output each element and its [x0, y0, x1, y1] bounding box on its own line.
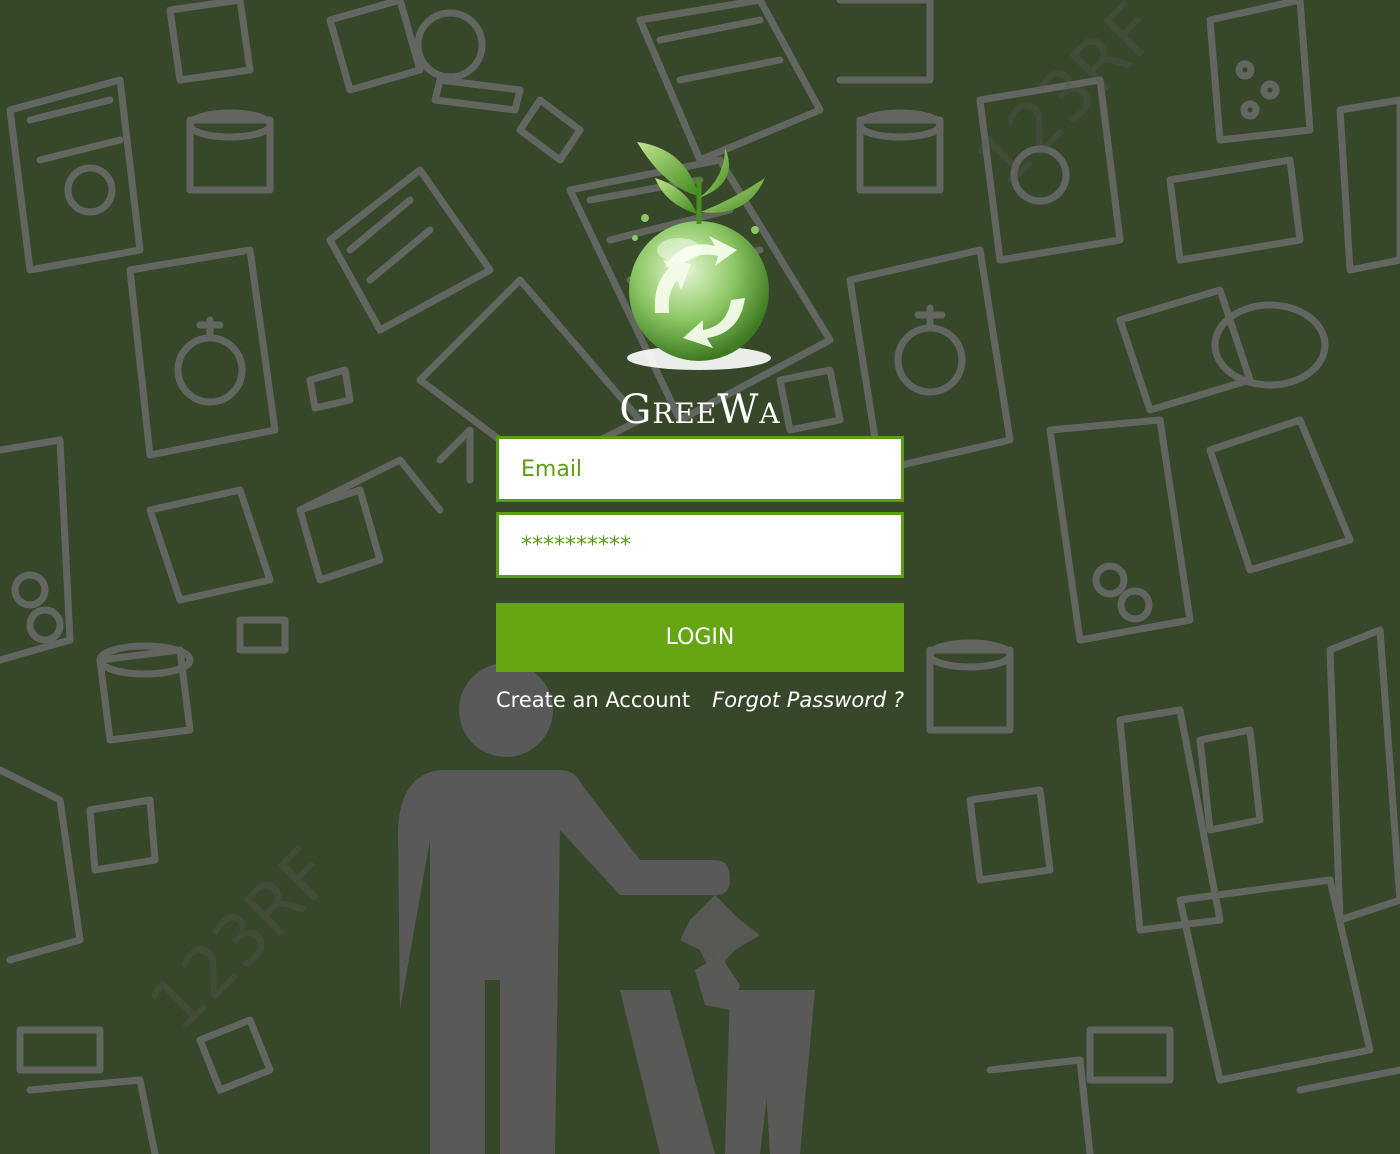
login-panel: GreeWa LOGIN Create an Account Forgot Pa… [496, 138, 904, 726]
email-field[interactable] [496, 436, 904, 502]
account-links: Create an Account Forgot Password ? [496, 686, 904, 726]
login-button[interactable]: LOGIN [496, 603, 904, 672]
brand-name: GreeWa [619, 387, 781, 433]
forgot-password-link[interactable]: Forgot Password ? [712, 688, 904, 712]
recycle-globe-sprout-icon [627, 142, 771, 370]
create-account-link[interactable]: Create an Account [496, 688, 690, 712]
logo: GreeWa [496, 138, 904, 436]
password-field[interactable] [496, 512, 904, 578]
